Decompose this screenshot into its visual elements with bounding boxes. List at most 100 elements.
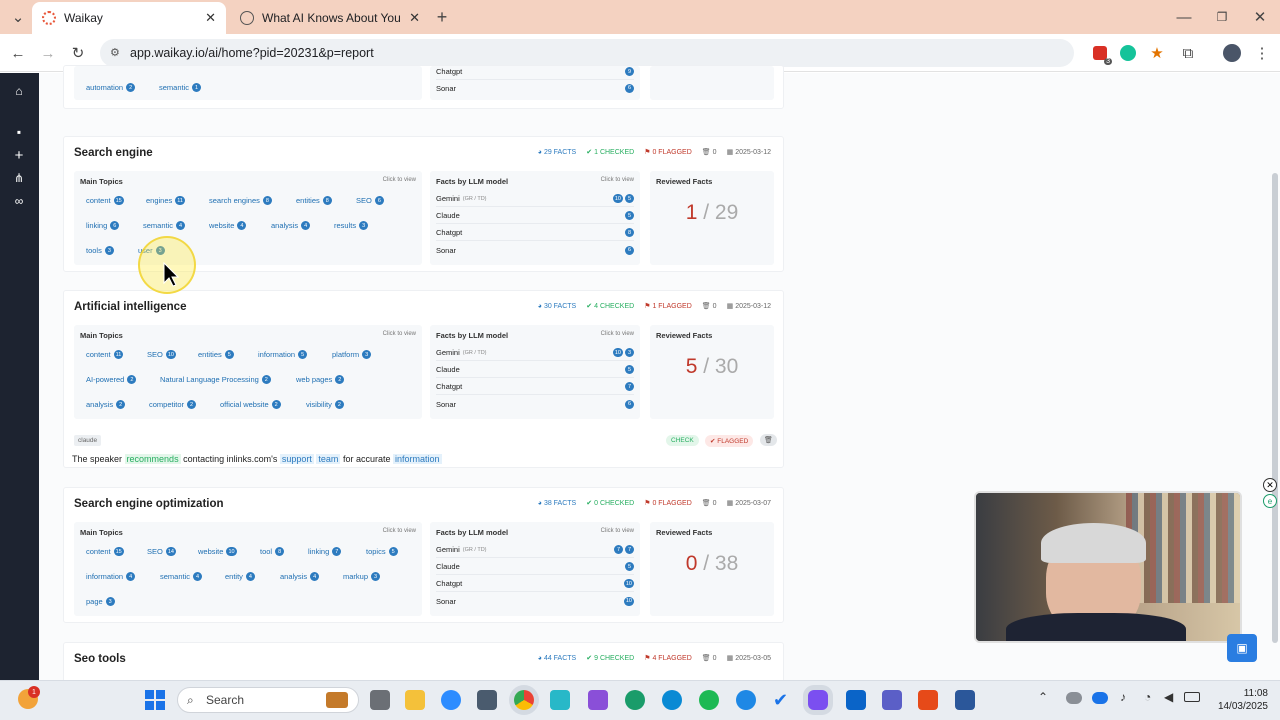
volume-icon[interactable]: ◀: [1164, 690, 1173, 704]
teams-icon[interactable]: [882, 690, 902, 710]
tab-what-ai-knows[interactable]: What AI Knows About You | Tak ✕: [230, 2, 430, 34]
extensions-puzzle-icon[interactable]: ⧉: [1176, 41, 1200, 65]
document-icon[interactable]: ▪: [10, 123, 28, 141]
topic-tag[interactable]: content 15: [86, 547, 124, 556]
topic-tag[interactable]: results 3: [334, 221, 369, 230]
flagged-button[interactable]: ✔ FLAGGED: [705, 435, 754, 447]
edge-icon[interactable]: [736, 690, 756, 710]
topic-tag[interactable]: search engines 8: [209, 196, 272, 205]
topic-tag[interactable]: markup 3: [343, 572, 381, 581]
topic-tag[interactable]: semantic 1: [159, 83, 202, 92]
topic-tag[interactable]: tools 3: [86, 246, 114, 255]
close-tab-icon[interactable]: ✕: [409, 10, 420, 26]
task-view-icon[interactable]: [370, 690, 390, 710]
app-icon[interactable]: [550, 690, 570, 710]
click-to-view-link[interactable]: Click to view: [601, 331, 634, 337]
flagged-count[interactable]: ⚑ 4 FLAGGED: [644, 654, 692, 663]
calculator-icon[interactable]: [477, 690, 497, 710]
llm-row-gemini[interactable]: Gemini (GR / TD) 10 3: [436, 345, 634, 361]
office-icon[interactable]: [588, 690, 608, 710]
llm-row-chatgpt[interactable]: Chatgpt 7: [436, 379, 634, 395]
card-title[interactable]: Seo tools: [74, 653, 126, 665]
entity-highlight[interactable]: information: [393, 454, 442, 464]
flagged-count[interactable]: ⚑ 0 FLAGGED: [644, 499, 692, 508]
deleted-count[interactable]: 🗑 0: [702, 654, 717, 663]
close-overlay-icon[interactable]: ✕: [1263, 478, 1277, 492]
active-app-icon[interactable]: [808, 690, 828, 710]
click-to-view-link[interactable]: Click to view: [383, 331, 416, 337]
home-icon[interactable]: ⌂: [10, 82, 28, 100]
deleted-count[interactable]: 🗑 0: [702, 302, 717, 311]
site-info-icon[interactable]: ⚙: [110, 46, 120, 59]
llm-row-sonar[interactable]: Sonar 6: [436, 396, 634, 412]
topic-tag[interactable]: official website 2: [220, 400, 281, 409]
windows-start-icon[interactable]: [145, 690, 165, 710]
topic-tag[interactable]: content 15: [86, 196, 124, 205]
topic-tag[interactable]: SEO 14: [147, 547, 176, 556]
new-tab-button[interactable]: +: [430, 5, 454, 29]
topic-tag[interactable]: Natural Language Processing 2: [160, 375, 271, 384]
tab-search-chevron-icon[interactable]: ⌄: [6, 5, 30, 29]
facts-count[interactable]: ◕ 29 FACTS: [538, 149, 577, 156]
topic-tag[interactable]: semantic 4: [143, 221, 186, 230]
grammarly-icon[interactable]: [1116, 41, 1140, 65]
chrome-icon[interactable]: [514, 690, 534, 710]
close-tab-icon[interactable]: ✕: [205, 10, 216, 26]
llm-row-claude[interactable]: Claude 5: [436, 559, 634, 575]
llm-row-claude[interactable]: Claude 5: [436, 208, 634, 224]
profile-avatar[interactable]: [1220, 41, 1244, 65]
click-to-view-link[interactable]: Click to view: [383, 177, 416, 183]
topic-tag[interactable]: information 5: [258, 350, 308, 359]
minimize-button[interactable]: —: [1172, 5, 1196, 29]
llm-row-sonar[interactable]: Sonar 10: [436, 593, 634, 609]
tray-chevron-icon[interactable]: ⌃: [1038, 690, 1048, 704]
topic-tag[interactable]: SEO 10: [147, 350, 176, 359]
wifi-icon[interactable]: ◔: [1144, 690, 1151, 704]
topic-tag[interactable]: linking 7: [308, 547, 342, 556]
topic-tag[interactable]: website 10: [198, 547, 237, 556]
llm-row-chatgpt[interactable]: Chatgpt 8: [436, 225, 634, 241]
extension-red-icon[interactable]: 3: [1088, 41, 1112, 65]
topic-tag[interactable]: analysis 4: [280, 572, 320, 581]
back-button[interactable]: ←: [6, 41, 30, 65]
topic-tag[interactable]: semantic 4: [160, 572, 203, 581]
address-bar[interactable]: ⚙ app.waikay.io/ai/home?pid=20231&p=repo…: [100, 39, 1074, 67]
forward-button[interactable]: →: [36, 41, 60, 65]
topic-tag[interactable]: automation 2: [86, 83, 136, 92]
topic-tag[interactable]: competitor 2: [149, 400, 197, 409]
llm-row-sonar[interactable]: Sonar 6: [436, 242, 634, 258]
link-icon[interactable]: ∞: [10, 192, 28, 210]
zoom-app-icon[interactable]: [441, 690, 461, 710]
snipping-tool-icon[interactable]: [918, 690, 938, 710]
topic-tag[interactable]: page 3: [86, 597, 115, 606]
card-title[interactable]: Artificial intelligence: [74, 301, 186, 313]
spotify-icon[interactable]: [699, 690, 719, 710]
click-to-view-link[interactable]: Click to view: [601, 177, 634, 183]
topic-tag[interactable]: entities 8: [296, 196, 332, 205]
checked-count[interactable]: ✔ 0 CHECKED: [586, 499, 634, 508]
topic-tag[interactable]: tool 8: [260, 547, 285, 556]
facts-count[interactable]: ◕ 38 FACTS: [538, 500, 577, 507]
topic-tag[interactable]: content 11: [86, 350, 124, 359]
skype-icon[interactable]: [662, 690, 682, 710]
deleted-count[interactable]: 🗑 0: [702, 499, 717, 508]
topic-tag[interactable]: topics 5: [366, 547, 398, 556]
reload-button[interactable]: ↻: [66, 41, 90, 65]
click-to-view-link[interactable]: Click to view: [601, 528, 634, 534]
tab-waikay[interactable]: Waikay ✕: [32, 2, 226, 34]
deleted-count[interactable]: 🗑 0: [702, 148, 717, 157]
topic-tag[interactable]: engines 11: [146, 196, 185, 205]
entity-highlight[interactable]: support: [279, 454, 314, 464]
todo-check-icon[interactable]: ✔: [773, 690, 793, 710]
llm-row-chatgpt[interactable]: Chatgpt 10: [436, 576, 634, 592]
click-to-view-link[interactable]: Click to view: [383, 528, 416, 534]
restore-button[interactable]: ❐: [1210, 5, 1234, 29]
topic-tag[interactable]: entity 4: [225, 572, 255, 581]
checked-count[interactable]: ✔ 1 CHECKED: [586, 148, 634, 157]
topic-tag[interactable]: analysis 2: [86, 400, 126, 409]
check-button[interactable]: CHECK: [666, 435, 699, 446]
topic-tag[interactable]: website 4: [209, 221, 247, 230]
cloud-icon[interactable]: [1066, 692, 1082, 704]
flagged-count[interactable]: ⚑ 0 FLAGGED: [644, 148, 692, 157]
checked-count[interactable]: ✔ 9 CHECKED: [586, 654, 634, 663]
